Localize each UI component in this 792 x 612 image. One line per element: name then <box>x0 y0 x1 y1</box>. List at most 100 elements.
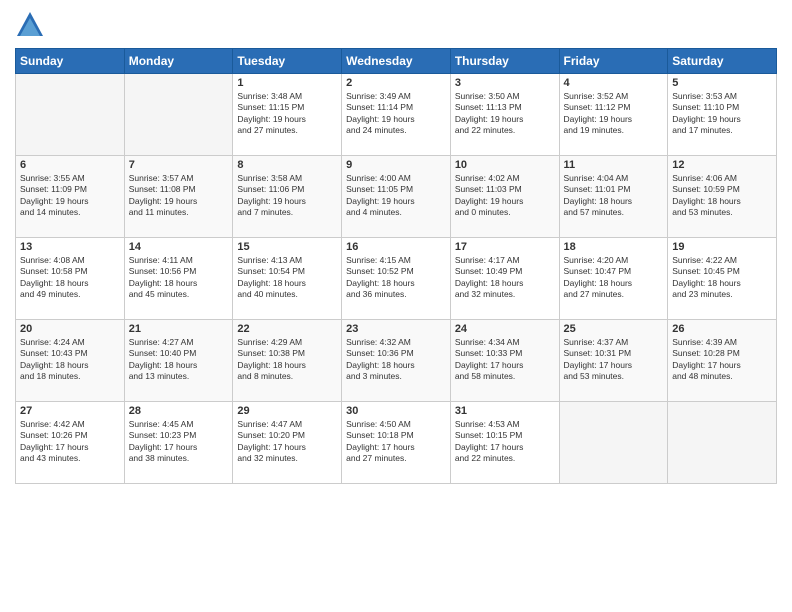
day-info: Sunrise: 4:42 AM Sunset: 10:26 PM Daylig… <box>20 419 120 465</box>
calendar-cell <box>668 402 777 484</box>
day-number: 15 <box>237 241 337 253</box>
day-info: Sunrise: 4:15 AM Sunset: 10:52 PM Daylig… <box>346 255 446 301</box>
calendar-cell: 6Sunrise: 3:55 AM Sunset: 11:09 PM Dayli… <box>16 156 125 238</box>
calendar-cell: 19 Sunrise: 4:22 AM Sunset: 10:45 PM Dayl… <box>668 238 777 320</box>
day-number: 31 <box>455 405 555 417</box>
day-number: 24 <box>455 323 555 335</box>
calendar-cell: 2 Sunrise: 3:49 AM Sunset: 11:14 PM Dayli… <box>342 74 451 156</box>
day-info: Sunrise: 4:39 AM Sunset: 10:28 PM Daylig… <box>672 337 772 383</box>
day-number: 30 <box>346 405 446 417</box>
day-number: 3 <box>455 77 555 89</box>
day-info: Sunrise: 4:11 AM Sunset: 10:56 PM Daylig… <box>129 255 229 301</box>
calendar-cell: 28Sunrise: 4:45 AM Sunset: 10:23 PM Dayl… <box>124 402 233 484</box>
day-number: 14 <box>129 241 229 253</box>
logo-icon <box>15 10 45 40</box>
day-info: Sunrise: 4:37 AM Sunset: 10:31 PM Daylig… <box>564 337 664 383</box>
day-info: Sunrise: 4:04 AM Sunset: 11:01 PM Daylig… <box>564 173 664 219</box>
calendar-header-row: SundayMondayTuesdayWednesdayThursdayFrid… <box>16 49 777 74</box>
day-number: 2 <box>346 77 446 89</box>
calendar-cell: 11 Sunrise: 4:04 AM Sunset: 11:01 PM Dayl… <box>559 156 668 238</box>
calendar-cell: 12 Sunrise: 4:06 AM Sunset: 10:59 PM Dayl… <box>668 156 777 238</box>
day-info: Sunrise: 3:55 AM Sunset: 11:09 PM Daylig… <box>20 173 120 219</box>
calendar-cell: 9Sunrise: 4:00 AM Sunset: 11:05 PM Dayli… <box>342 156 451 238</box>
day-number: 21 <box>129 323 229 335</box>
calendar-cell <box>16 74 125 156</box>
calendar-cell: 3 Sunrise: 3:50 AM Sunset: 11:13 PM Dayli… <box>450 74 559 156</box>
day-number: 27 <box>20 405 120 417</box>
day-number: 7 <box>129 159 229 171</box>
calendar-cell: 14 Sunrise: 4:11 AM Sunset: 10:56 PM Dayl… <box>124 238 233 320</box>
calendar-cell: 27 Sunrise: 4:42 AM Sunset: 10:26 PM Dayl… <box>16 402 125 484</box>
calendar-cell <box>559 402 668 484</box>
day-number: 12 <box>672 159 772 171</box>
calendar-row: 6Sunrise: 3:55 AM Sunset: 11:09 PM Dayli… <box>16 156 777 238</box>
calendar-cell: 25 Sunrise: 4:37 AM Sunset: 10:31 PM Dayl… <box>559 320 668 402</box>
day-number: 20 <box>20 323 120 335</box>
calendar-cell: 29Sunrise: 4:47 AM Sunset: 10:20 PM Dayl… <box>233 402 342 484</box>
day-number: 18 <box>564 241 664 253</box>
header <box>15 10 777 40</box>
day-number: 26 <box>672 323 772 335</box>
day-number: 19 <box>672 241 772 253</box>
weekday-header: Saturday <box>668 49 777 74</box>
day-info: Sunrise: 3:53 AM Sunset: 11:10 PM Daylig… <box>672 91 772 137</box>
calendar-cell: 20 Sunrise: 4:24 AM Sunset: 10:43 PM Dayl… <box>16 320 125 402</box>
weekday-header: Sunday <box>16 49 125 74</box>
calendar-cell: 24 Sunrise: 4:34 AM Sunset: 10:33 PM Dayl… <box>450 320 559 402</box>
weekday-header: Thursday <box>450 49 559 74</box>
calendar-row: 20 Sunrise: 4:24 AM Sunset: 10:43 PM Dayl… <box>16 320 777 402</box>
day-info: Sunrise: 3:49 AM Sunset: 11:14 PM Daylig… <box>346 91 446 137</box>
day-number: 5 <box>672 77 772 89</box>
day-info: Sunrise: 4:20 AM Sunset: 10:47 PM Daylig… <box>564 255 664 301</box>
calendar-cell: 26 Sunrise: 4:39 AM Sunset: 10:28 PM Dayl… <box>668 320 777 402</box>
day-number: 10 <box>455 159 555 171</box>
calendar-row: 27 Sunrise: 4:42 AM Sunset: 10:26 PM Dayl… <box>16 402 777 484</box>
day-info: Sunrise: 3:52 AM Sunset: 11:12 PM Daylig… <box>564 91 664 137</box>
day-info: Sunrise: 4:06 AM Sunset: 10:59 PM Daylig… <box>672 173 772 219</box>
calendar-row: 1Sunrise: 3:48 AM Sunset: 11:15 PM Dayli… <box>16 74 777 156</box>
day-info: Sunrise: 4:29 AM Sunset: 10:38 PM Daylig… <box>237 337 337 383</box>
day-info: Sunrise: 4:32 AM Sunset: 10:36 PM Daylig… <box>346 337 446 383</box>
day-number: 17 <box>455 241 555 253</box>
calendar-cell: 16Sunrise: 4:15 AM Sunset: 10:52 PM Dayl… <box>342 238 451 320</box>
day-info: Sunrise: 4:22 AM Sunset: 10:45 PM Daylig… <box>672 255 772 301</box>
calendar-cell: 31 Sunrise: 4:53 AM Sunset: 10:15 PM Dayl… <box>450 402 559 484</box>
day-number: 23 <box>346 323 446 335</box>
day-info: Sunrise: 4:34 AM Sunset: 10:33 PM Daylig… <box>455 337 555 383</box>
calendar-cell <box>124 74 233 156</box>
calendar-cell: 30 Sunrise: 4:50 AM Sunset: 10:18 PM Dayl… <box>342 402 451 484</box>
day-info: Sunrise: 3:58 AM Sunset: 11:06 PM Daylig… <box>237 173 337 219</box>
page: SundayMondayTuesdayWednesdayThursdayFrid… <box>0 0 792 612</box>
weekday-header: Wednesday <box>342 49 451 74</box>
day-number: 22 <box>237 323 337 335</box>
calendar-cell: 18 Sunrise: 4:20 AM Sunset: 10:47 PM Dayl… <box>559 238 668 320</box>
day-info: Sunrise: 4:13 AM Sunset: 10:54 PM Daylig… <box>237 255 337 301</box>
calendar-cell: 21Sunrise: 4:27 AM Sunset: 10:40 PM Dayl… <box>124 320 233 402</box>
day-info: Sunrise: 3:57 AM Sunset: 11:08 PM Daylig… <box>129 173 229 219</box>
calendar: SundayMondayTuesdayWednesdayThursdayFrid… <box>15 48 777 484</box>
day-number: 11 <box>564 159 664 171</box>
day-number: 29 <box>237 405 337 417</box>
day-info: Sunrise: 4:17 AM Sunset: 10:49 PM Daylig… <box>455 255 555 301</box>
day-info: Sunrise: 4:53 AM Sunset: 10:15 PM Daylig… <box>455 419 555 465</box>
day-number: 1 <box>237 77 337 89</box>
day-info: Sunrise: 3:50 AM Sunset: 11:13 PM Daylig… <box>455 91 555 137</box>
weekday-header: Monday <box>124 49 233 74</box>
calendar-cell: 1Sunrise: 3:48 AM Sunset: 11:15 PM Dayli… <box>233 74 342 156</box>
calendar-cell: 23 Sunrise: 4:32 AM Sunset: 10:36 PM Dayl… <box>342 320 451 402</box>
calendar-cell: 7 Sunrise: 3:57 AM Sunset: 11:08 PM Dayli… <box>124 156 233 238</box>
day-number: 25 <box>564 323 664 335</box>
calendar-cell: 13Sunrise: 4:08 AM Sunset: 10:58 PM Dayl… <box>16 238 125 320</box>
day-number: 4 <box>564 77 664 89</box>
weekday-header: Friday <box>559 49 668 74</box>
logo <box>15 10 49 40</box>
day-info: Sunrise: 4:45 AM Sunset: 10:23 PM Daylig… <box>129 419 229 465</box>
day-info: Sunrise: 4:24 AM Sunset: 10:43 PM Daylig… <box>20 337 120 383</box>
calendar-cell: 10 Sunrise: 4:02 AM Sunset: 11:03 PM Dayl… <box>450 156 559 238</box>
calendar-cell: 8Sunrise: 3:58 AM Sunset: 11:06 PM Dayli… <box>233 156 342 238</box>
calendar-row: 13Sunrise: 4:08 AM Sunset: 10:58 PM Dayl… <box>16 238 777 320</box>
day-info: Sunrise: 4:50 AM Sunset: 10:18 PM Daylig… <box>346 419 446 465</box>
weekday-header: Tuesday <box>233 49 342 74</box>
day-info: Sunrise: 4:02 AM Sunset: 11:03 PM Daylig… <box>455 173 555 219</box>
calendar-cell: 22 Sunrise: 4:29 AM Sunset: 10:38 PM Dayl… <box>233 320 342 402</box>
